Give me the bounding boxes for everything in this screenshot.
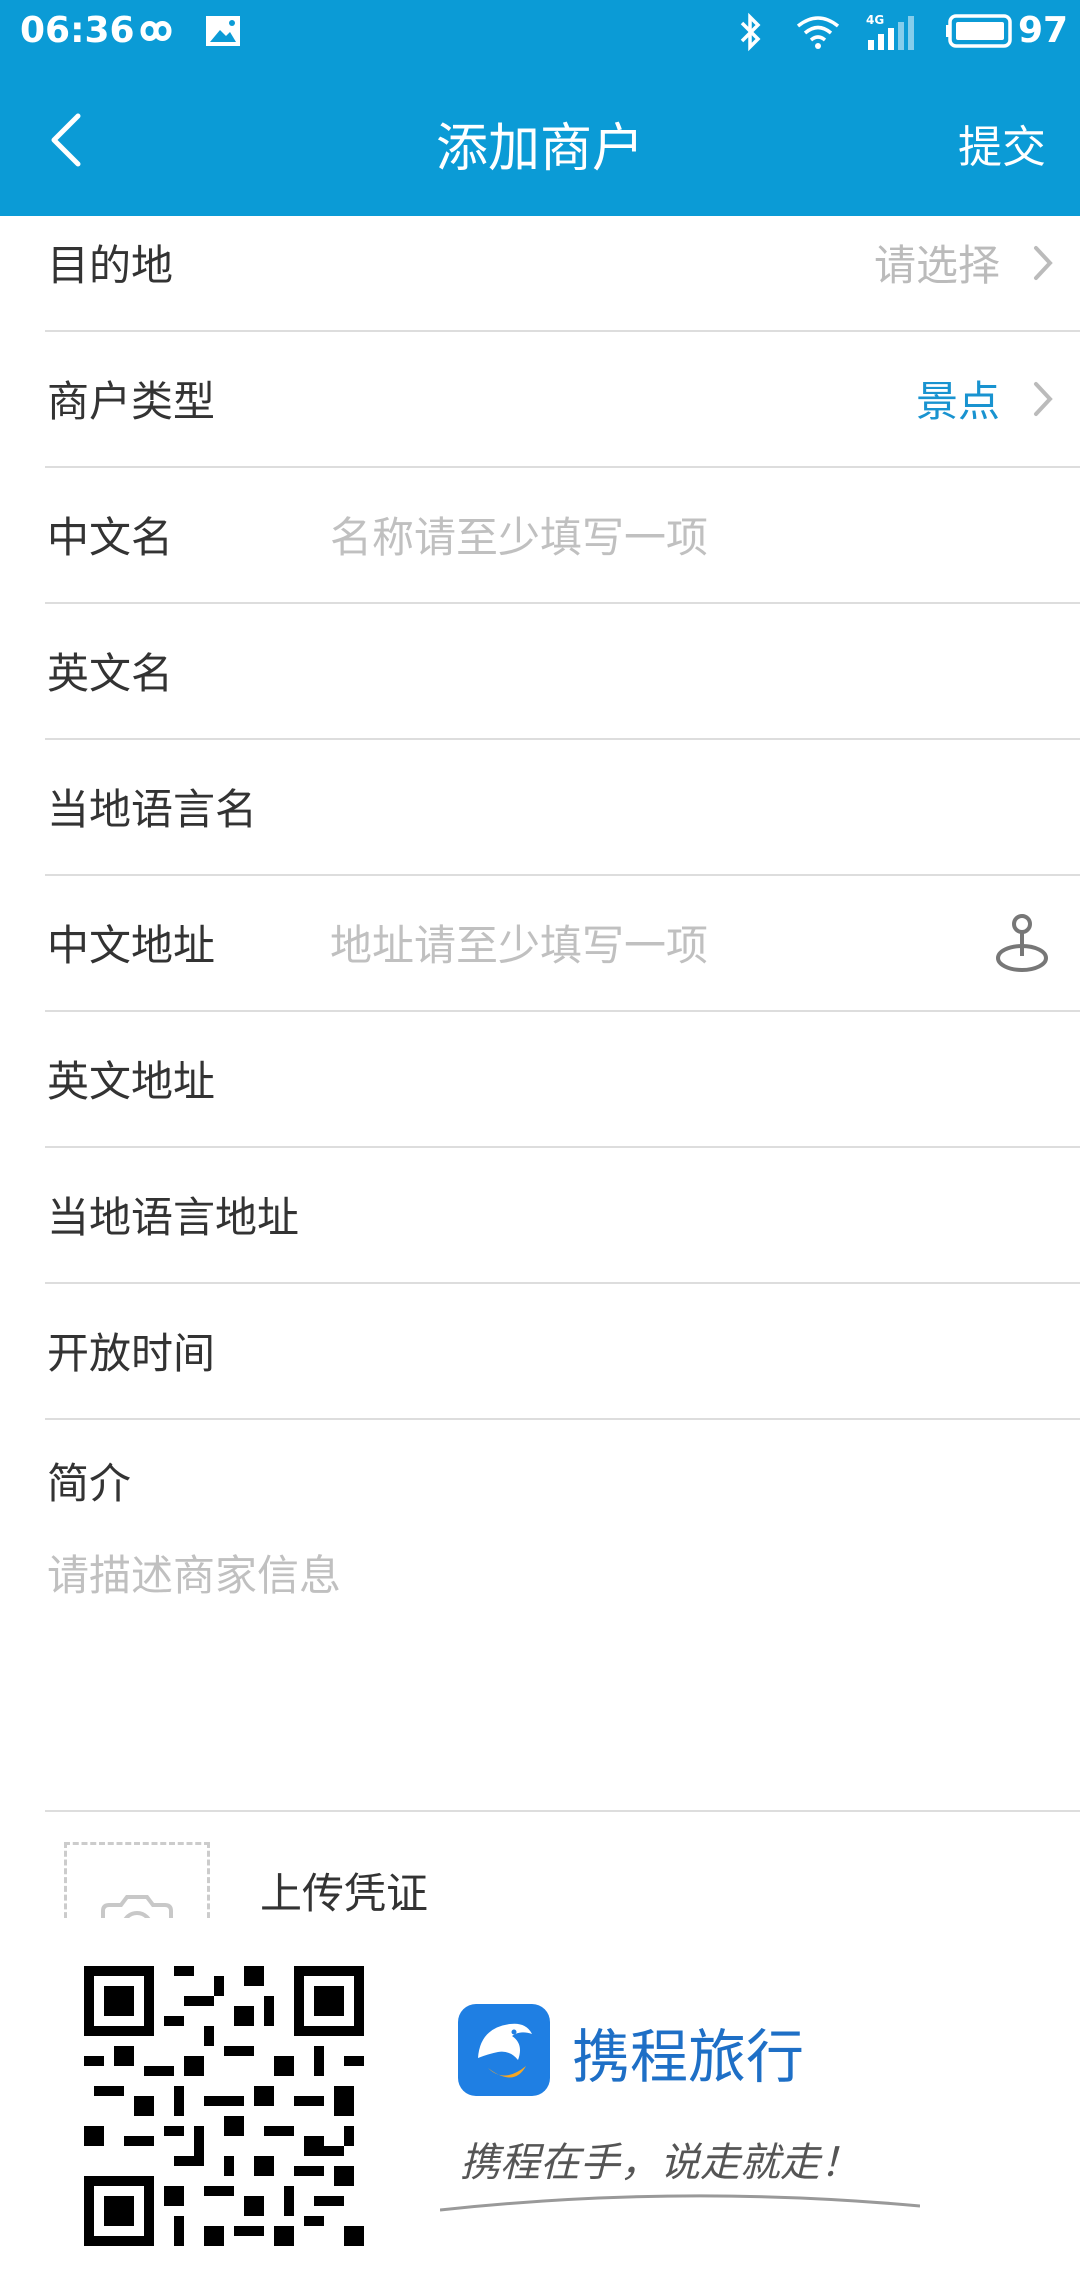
- chinese-address-input[interactable]: 地址请至少填写一项: [330, 912, 708, 973]
- ctrip-logo-icon: [458, 2004, 550, 2096]
- battery-level: 97: [1018, 10, 1069, 51]
- english-address-label: 英文地址: [47, 1057, 216, 1106]
- merchant-type-row[interactable]: 商户类型 景点: [45, 332, 1080, 468]
- promo-banner: 携程旅行 携程在手，说走就走！: [0, 1918, 1080, 2291]
- slogan-text: 携程在手，说走就走！: [460, 2140, 860, 2186]
- destination-row[interactable]: 目的地 请选择: [45, 216, 1080, 332]
- image-icon: [206, 16, 240, 46]
- qr-code: [84, 1966, 364, 2246]
- opening-hours-row: 开放时间: [45, 1284, 1080, 1420]
- intro-label: 简介: [47, 1459, 132, 1508]
- app-name: 携程旅行: [572, 2023, 805, 2091]
- destination-value: 请选择: [873, 241, 1000, 290]
- opening-hours-label: 开放时间: [47, 1329, 216, 1378]
- app-bar: 添加商户 提交: [0, 66, 1080, 216]
- signal-4g-icon: 4G: [866, 13, 914, 50]
- english-name-label: 英文名: [47, 649, 174, 698]
- intro-textarea[interactable]: 请描述商家信息: [47, 1542, 341, 1603]
- infinity-icon: [140, 21, 172, 41]
- page-title: 添加商户: [435, 119, 644, 179]
- local-address-label: 当地语言地址: [47, 1193, 300, 1242]
- submit-button[interactable]: 提交: [958, 111, 1046, 175]
- svg-text:4G: 4G: [866, 13, 884, 27]
- local-address-row: 当地语言地址: [45, 1148, 1080, 1284]
- intro-section: 简介 请描述商家信息: [45, 1420, 1080, 1812]
- bluetooth-icon: [740, 12, 761, 52]
- status-time: 06:36: [20, 10, 135, 51]
- merchant-type-value: 景点: [915, 377, 1000, 426]
- merchant-form: 目的地 请选择 商户类型 景点 中文名 名称请至少填写一项 英文名 当地语言名 …: [0, 216, 1080, 1962]
- merchant-type-label: 商户类型: [47, 377, 216, 426]
- local-name-label: 当地语言名: [47, 785, 258, 834]
- chinese-address-row: 中文地址 地址请至少填写一项: [45, 876, 1080, 1012]
- chevron-right-icon: [1034, 246, 1053, 280]
- location-pin-icon[interactable]: [994, 912, 1050, 974]
- slogan-handwriting: 携程在手，说走就走！: [440, 2140, 920, 2212]
- chinese-name-row: 中文名 名称请至少填写一项: [45, 468, 1080, 604]
- wifi-icon: [796, 16, 840, 49]
- battery-icon: [946, 14, 1012, 48]
- english-address-row: 英文地址: [45, 1012, 1080, 1148]
- destination-label: 目的地: [47, 241, 174, 290]
- chinese-address-label: 中文地址: [47, 921, 216, 970]
- upload-label: 上传凭证: [260, 1869, 429, 1918]
- chinese-name-input[interactable]: 名称请至少填写一项: [330, 504, 708, 565]
- chevron-right-icon: [1034, 382, 1053, 416]
- english-name-row: 英文名: [45, 604, 1080, 740]
- status-bar: 06:36 4G 97: [0, 0, 1080, 66]
- local-name-row: 当地语言名: [45, 740, 1080, 876]
- chinese-name-label: 中文名: [47, 513, 174, 562]
